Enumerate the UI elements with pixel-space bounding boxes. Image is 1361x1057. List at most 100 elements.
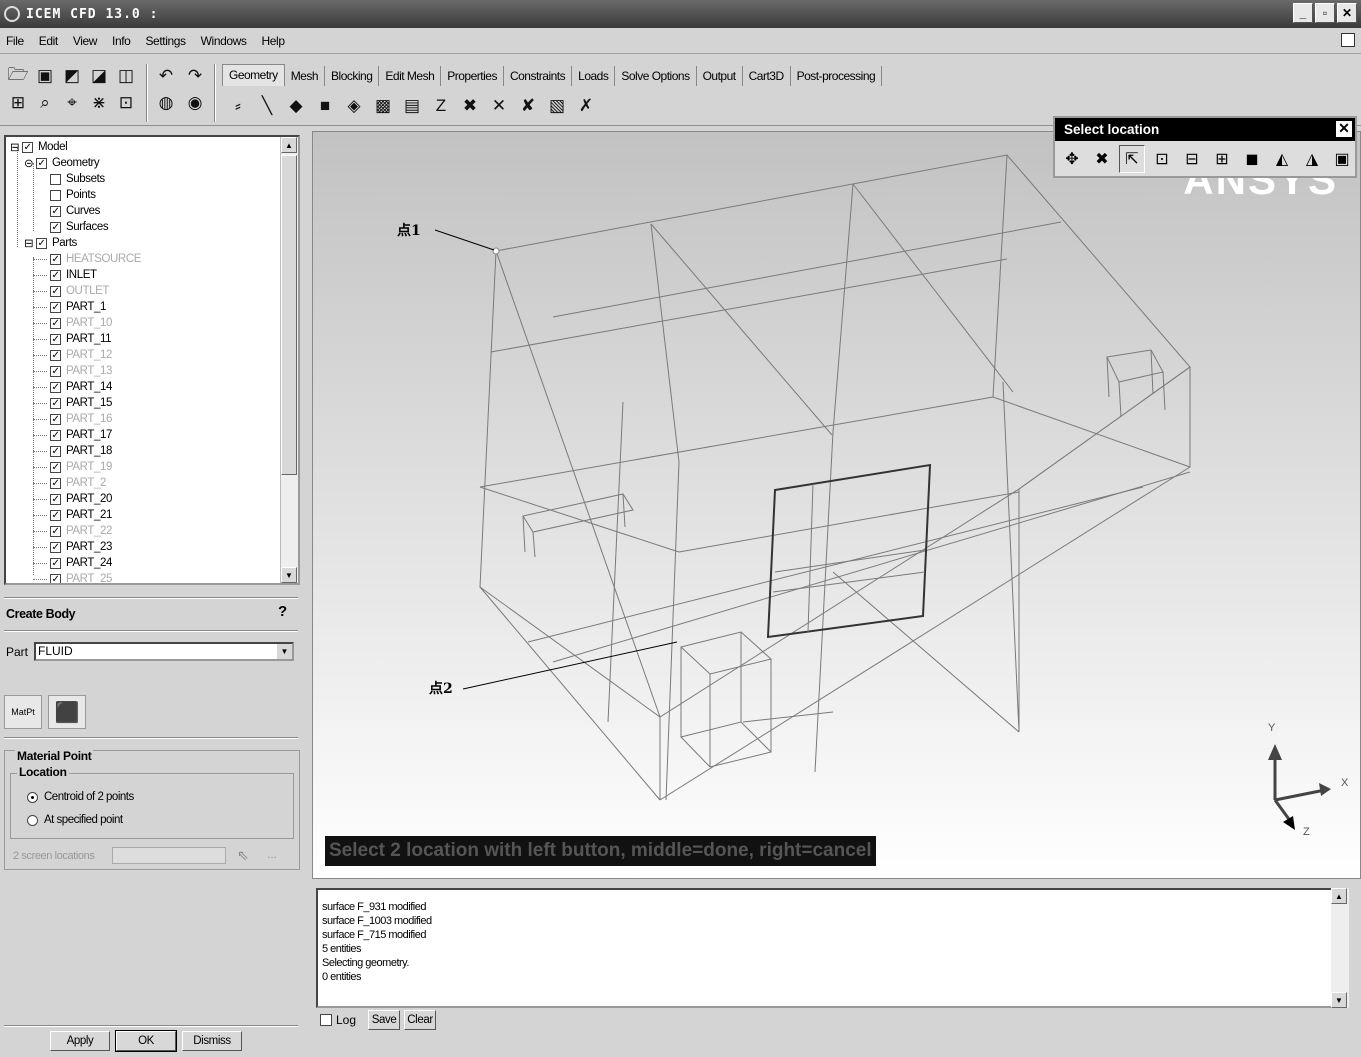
tab-solve-options[interactable]: Solve Options — [615, 66, 697, 86]
tab-properties[interactable]: Properties — [441, 66, 504, 86]
part-visibility-checkbox[interactable]: ✓ — [50, 253, 61, 265]
snapshot-icon[interactable]: ⊡ — [114, 91, 138, 115]
fit-window-icon[interactable]: ⊞ — [6, 91, 30, 115]
delete-curve-icon[interactable]: ✘ — [516, 94, 540, 118]
part-visibility-checkbox[interactable]: ✓ — [50, 365, 61, 377]
delete-surface-icon[interactable]: ▧ — [545, 94, 569, 118]
tree-model[interactable]: ⊟ ✓ Model — [10, 139, 68, 155]
material-point-body-button[interactable]: MatPt — [4, 695, 42, 729]
tree-part-item[interactable]: ✓ INLET — [33, 267, 97, 283]
solid-display-icon[interactable]: ◍ — [154, 91, 178, 115]
select-xy-icon[interactable]: ⊡ — [1149, 145, 1175, 173]
part-visibility-checkbox[interactable]: ✓ — [50, 413, 61, 425]
scroll-down-icon[interactable]: ▼ — [1331, 992, 1347, 1008]
undo-icon[interactable]: ↶ — [154, 64, 178, 88]
maximize-button[interactable]: ▫ — [1315, 3, 1335, 23]
part-visibility-checkbox[interactable]: ✓ — [50, 493, 61, 505]
part-visibility-checkbox[interactable]: ✓ — [50, 509, 61, 521]
menu-edit[interactable]: Edit — [39, 34, 58, 48]
part-visibility-checkbox[interactable]: ✓ — [50, 397, 61, 409]
tree-part-item[interactable]: ✓ PART_14 — [33, 379, 112, 395]
restore-icon[interactable] — [1341, 33, 1355, 47]
part-visibility-checkbox[interactable]: ✓ — [50, 381, 61, 393]
transform-geometry-icon[interactable]: Z — [429, 94, 453, 118]
open-blocking-icon[interactable]: ◫ — [114, 64, 138, 88]
part-visibility-checkbox[interactable]: ✓ — [50, 269, 61, 281]
tab-edit-mesh[interactable]: Edit Mesh — [379, 66, 442, 86]
open-project-icon[interactable]: 🗁 — [6, 64, 30, 88]
tree-parts[interactable]: ⊟ ✓ Parts — [24, 235, 77, 251]
clear-log-button[interactable]: Clear — [404, 1010, 437, 1030]
menu-file[interactable]: File — [6, 34, 24, 48]
mesh-display-icon[interactable]: ⋇ — [87, 91, 111, 115]
tree-part-item[interactable]: ✓ PART_20 — [33, 491, 112, 507]
delete-point-icon[interactable]: ✕ — [487, 94, 511, 118]
tab-cart3d[interactable]: Cart3D — [743, 66, 791, 86]
close-icon[interactable]: ✕ — [1336, 121, 1352, 137]
zoom-icon[interactable]: ⌕ — [33, 91, 57, 115]
screen-locations-field[interactable] — [112, 847, 226, 864]
select-screen-location-icon[interactable]: ⇱ — [1119, 145, 1145, 173]
part-visibility-checkbox[interactable]: ✓ — [50, 429, 61, 441]
tree-part-item[interactable]: ✓ PART_18 — [33, 443, 112, 459]
part-visibility-checkbox[interactable]: ✓ — [50, 445, 61, 457]
pick-cursor-icon[interactable]: ⇖ — [237, 847, 249, 864]
dismiss-button[interactable]: Dismiss — [182, 1031, 242, 1051]
select-surface-icon[interactable]: ◮ — [1299, 145, 1325, 173]
redo-icon[interactable]: ↷ — [183, 64, 207, 88]
tree-points[interactable]: Points — [50, 187, 96, 203]
scroll-up-icon[interactable]: ▲ — [1331, 888, 1347, 904]
tree-part-item[interactable]: ✓ PART_15 — [33, 395, 112, 411]
restore-entities-icon[interactable]: ✖ — [458, 94, 482, 118]
scroll-down-icon[interactable]: ▼ — [281, 567, 297, 583]
part-visibility-checkbox[interactable]: ✓ — [50, 477, 61, 489]
save-project-icon[interactable]: ▣ — [33, 64, 57, 88]
tree-part-item[interactable]: ✓ PART_17 — [33, 427, 112, 443]
apply-button[interactable]: Apply — [50, 1031, 110, 1051]
part-select[interactable]: FLUID ▼ — [34, 642, 294, 661]
part-visibility-checkbox[interactable]: ✓ — [50, 525, 61, 537]
tree-surfaces[interactable]: ✓ Surfaces — [50, 219, 109, 235]
menu-windows[interactable]: Windows — [201, 34, 247, 48]
toggle-dynamic-icon[interactable]: ✥ — [1059, 145, 1085, 173]
tree-part-item[interactable]: ✓ PART_11 — [33, 331, 112, 347]
menu-settings[interactable]: Settings — [145, 34, 186, 48]
tree-part-item[interactable]: ✓ PART_16 — [33, 411, 112, 427]
open-geometry-icon[interactable]: ◩ — [60, 64, 84, 88]
topology-body-button[interactable]: ⬛ — [48, 695, 86, 729]
chevron-down-icon[interactable]: ▼ — [277, 644, 292, 659]
repair-geometry-icon[interactable]: ▩ — [371, 94, 395, 118]
tree-part-item[interactable]: ✓ PART_12 — [33, 347, 112, 363]
graphics-viewport[interactable]: 点1 点2 Y X Z ANSYS Select 2 location with… — [312, 131, 1361, 879]
tree-geometry[interactable]: ⊝ ✓ Geometry — [24, 155, 100, 171]
tree-scrollbar[interactable]: ▲ ▼ — [280, 137, 298, 583]
select-yz-icon[interactable]: ⊞ — [1209, 145, 1235, 173]
create-curve-icon[interactable]: ╲ — [255, 94, 279, 118]
create-point-icon[interactable]: ⸗ — [226, 94, 250, 118]
save-geometry-icon[interactable]: ◪ — [87, 64, 111, 88]
tree-subsets[interactable]: Subsets — [50, 171, 105, 187]
radio-centroid-control[interactable] — [27, 791, 38, 803]
radio-specified-control[interactable] — [27, 814, 38, 826]
select-point-icon[interactable]: ◼ — [1239, 145, 1265, 173]
tree-part-item[interactable]: ✓ PART_25 — [33, 571, 112, 583]
part-visibility-checkbox[interactable]: ✓ — [50, 317, 61, 329]
tree-part-item[interactable]: ✓ PART_23 — [33, 539, 112, 555]
measure-icon[interactable]: ⌖ — [60, 91, 84, 115]
tree-part-item[interactable]: ✓ HEATSOURCE — [33, 251, 141, 267]
menu-info[interactable]: Info — [112, 34, 131, 48]
tree-part-item[interactable]: ✓ PART_13 — [33, 363, 112, 379]
part-visibility-checkbox[interactable]: ✓ — [50, 461, 61, 473]
part-visibility-checkbox[interactable]: ✓ — [50, 333, 61, 345]
tree-part-item[interactable]: ✓ PART_2 — [33, 475, 106, 491]
scroll-thumb[interactable] — [281, 155, 297, 475]
tree-part-item[interactable]: ✓ PART_19 — [33, 459, 112, 475]
select-xz-icon[interactable]: ⊟ — [1179, 145, 1205, 173]
part-visibility-checkbox[interactable]: ✓ — [50, 557, 61, 569]
part-visibility-checkbox[interactable]: ✓ — [50, 541, 61, 553]
create-surface-icon[interactable]: ◆ — [284, 94, 308, 118]
scroll-up-icon[interactable]: ▲ — [281, 137, 297, 153]
tab-loads[interactable]: Loads — [572, 66, 616, 86]
geometry-simplification-icon[interactable]: ▤ — [400, 94, 424, 118]
tree-part-item[interactable]: ✓ PART_21 — [33, 507, 112, 523]
